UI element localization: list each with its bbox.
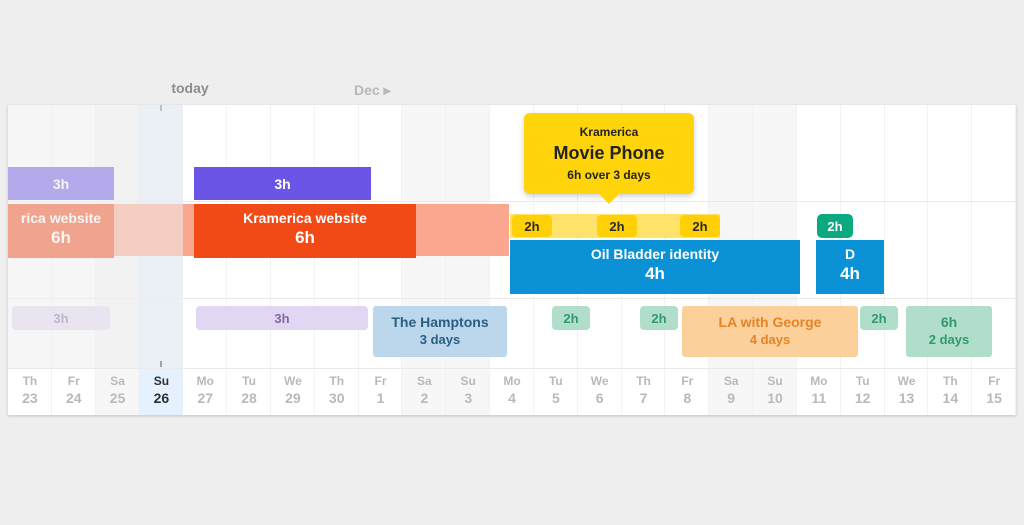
date-tick: Su10 [753,374,797,406]
hours-pill[interactable]: 2h [680,215,720,237]
date-tick: We13 [885,374,929,406]
date-tick: Tu5 [534,374,578,406]
hours-pill[interactable]: 3h [196,306,368,330]
task-bar[interactable]: Kramerica website 6h [194,204,416,258]
date-tick: We29 [271,374,315,406]
task-bar[interactable]: Oil Bladder identity 4h [510,240,800,294]
hours-pill[interactable]: 3h [12,306,110,330]
date-tick: Th14 [928,374,972,406]
hours-pill[interactable]: 2h [640,306,678,330]
hours-pill[interactable]: 2h [552,306,590,330]
date-axis: Th23Fr24Sa25Su26Mo27Tu28We29Th30Fr1Sa2Su… [8,368,1016,415]
date-tick: Fr24 [52,374,96,406]
date-tick: Tu12 [841,374,885,406]
today-tick [160,361,162,367]
date-tick: Sa2 [402,374,446,406]
today-tick [160,105,162,111]
chevron-right-icon: ▸ [384,82,391,98]
hours-pill[interactable]: 2h [860,306,898,330]
month-label[interactable]: Dec ▸ [354,82,391,99]
row-divider [8,201,1016,202]
timeline[interactable]: 3h 3h rica website 6h Kramerica website … [8,105,1016,415]
date-tick: Sa25 [96,374,140,406]
trip-bar[interactable]: The Hamptons 3 days [373,306,507,357]
date-tick: Fr8 [665,374,709,406]
hours-pill[interactable]: 2h [512,215,552,237]
date-tick: Mo27 [183,374,227,406]
trip-bar[interactable]: LA with George 4 days [682,306,858,357]
today-label: today [150,80,230,96]
task-bar[interactable]: rica website 6h [8,204,114,258]
date-tick: Mo11 [797,374,841,406]
task-bar[interactable]: D 4h [816,240,884,294]
trip-bar[interactable]: 6h 2 days [906,306,992,357]
hours-pill[interactable]: 2h [597,215,637,237]
row-divider [8,298,1016,299]
task-bar-gap [416,204,509,256]
date-tick: Fr15 [972,374,1016,406]
date-tick: Th23 [8,374,52,406]
date-tick: Su26 [139,374,183,406]
date-tick: Mo4 [490,374,534,406]
task-bar[interactable]: 3h [8,167,114,200]
date-tick: Fr1 [359,374,403,406]
date-tick: Tu28 [227,374,271,406]
date-tick: Sa9 [709,374,753,406]
date-tick: Su3 [446,374,490,406]
date-tick: We6 [578,374,622,406]
date-tick: Th30 [315,374,359,406]
task-bar[interactable]: 3h [194,167,371,200]
task-tooltip: Kramerica Movie Phone 6h over 3 days [524,113,694,194]
date-tick: Th7 [622,374,666,406]
task-bar-gap [114,204,194,256]
hours-pill[interactable]: 2h [817,214,853,238]
